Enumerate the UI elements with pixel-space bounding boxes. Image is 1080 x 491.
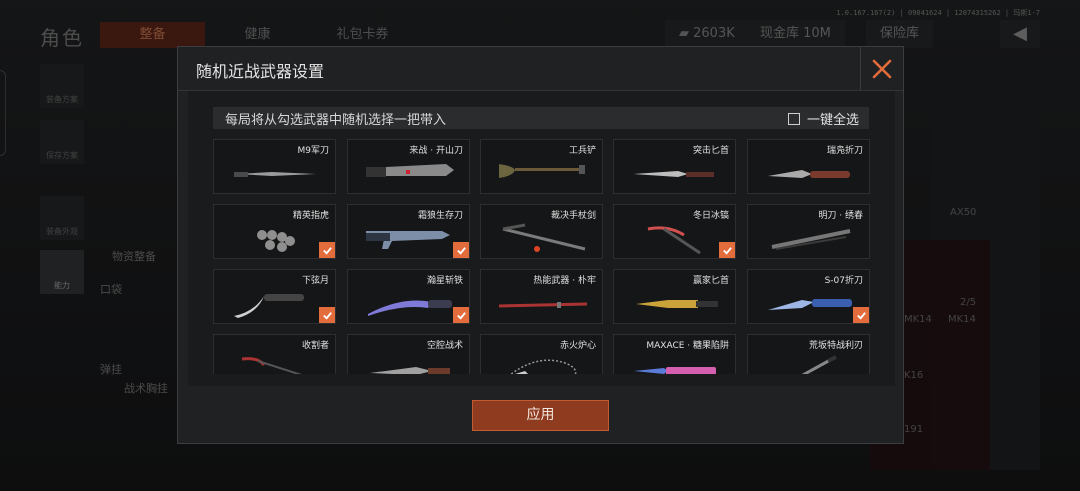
weapon-name: 工兵铲 — [568, 146, 596, 156]
checkmark-icon — [322, 311, 332, 320]
weapon-name: 明刀 · 绣春 — [818, 211, 863, 221]
weapon-name: 荒坂特战利刃 — [808, 341, 863, 351]
weapon-card[interactable]: 精英指虎 — [213, 204, 336, 259]
weapon-card[interactable]: 下弦月 — [213, 269, 336, 324]
weapon-card[interactable]: 突击匕首 — [613, 139, 736, 194]
weapon-card[interactable]: 工兵铲 — [480, 139, 603, 194]
weapon-card[interactable]: M9军刀 — [213, 139, 336, 194]
chain-blade-icon — [510, 359, 577, 374]
dialog-body: 每局将从勾选武器中随机选择一把带入 一键全选 M9军刀 来战 · 开山刀 工兵铲 突击… — [188, 91, 895, 386]
weapon-card[interactable]: 来战 · 开山刀 — [347, 139, 470, 194]
weapon-name: 赢家匕首 — [692, 276, 729, 286]
weapon-card[interactable]: 收割者 — [213, 334, 336, 374]
weapon-name: 热能武器 · 朴牢 — [533, 276, 596, 286]
gold-dagger-icon — [636, 300, 718, 308]
cane-sword-icon — [502, 223, 586, 252]
weapon-name: 下弦月 — [301, 276, 329, 286]
checkbox-checked[interactable] — [853, 307, 869, 323]
weapon-name: 来战 · 开山刀 — [409, 146, 463, 156]
bayonet-knife-icon — [234, 172, 316, 177]
ice-axe-icon — [647, 226, 701, 255]
weapon-name: 精英指虎 — [292, 211, 329, 221]
weapon-card[interactable]: 热能武器 · 朴牢 — [480, 269, 603, 324]
checkbox-checked[interactable] — [719, 242, 735, 258]
tactical-knife-icon — [370, 367, 450, 374]
dialog-title: 随机近战武器设置 — [196, 62, 325, 81]
karambit-icon — [234, 294, 304, 318]
weapon-grid: M9军刀 来战 · 开山刀 工兵铲 突击匕首 瑞凫折刀精英指虎 霜狼生存刀 裁决手杖剑 冬日冰… — [213, 139, 873, 374]
weapon-card[interactable]: 赢家匕首 — [613, 269, 736, 324]
close-icon — [872, 59, 892, 78]
checkmark-icon — [456, 311, 466, 320]
select-all-checkbox[interactable] — [787, 112, 800, 125]
weapon-name: 赤火炉心 — [559, 341, 596, 351]
weapon-name: 突击匕首 — [692, 146, 729, 156]
checkbox-checked[interactable] — [319, 307, 335, 323]
weapon-name: 瀚星斩铁 — [426, 276, 463, 286]
weapon-card[interactable]: MAXACE · 糖果陷阱 — [613, 334, 736, 374]
shovel-icon — [499, 164, 585, 178]
weapon-card[interactable]: 明刀 · 绣春 — [747, 204, 870, 259]
weapon-card[interactable]: 荒坂特战利刃 — [747, 334, 870, 374]
weapon-name: 收割者 — [301, 341, 329, 351]
weapon-card[interactable]: 裁决手杖剑 — [480, 204, 603, 259]
knuckles-icon — [257, 230, 295, 252]
dagger-icon — [634, 171, 714, 177]
hint-bar: 每局将从勾选武器中随机选择一把带入 一键全选 — [213, 107, 869, 129]
katana-icon — [498, 302, 588, 308]
kukri-icon — [368, 300, 452, 316]
checkbox-checked[interactable] — [319, 242, 335, 258]
select-all-toggle[interactable]: 一键全选 — [787, 109, 859, 128]
weapon-card[interactable]: 霜狼生存刀 — [347, 204, 470, 259]
weapon-name: MAXACE · 糖果陷阱 — [646, 341, 729, 351]
checkbox-checked[interactable] — [453, 307, 469, 323]
random-melee-dialog: 随机近战武器设置 每局将从勾选武器中随机选择一把带入 一键全选 M9军刀 来战 ·… — [177, 46, 904, 444]
checkmark-icon — [456, 246, 466, 255]
dialog-header: 随机近战武器设置 — [178, 47, 903, 91]
folding-knife-icon — [768, 170, 850, 178]
weapon-name: 裁决手杖剑 — [550, 211, 596, 221]
weapon-name: 瑞凫折刀 — [826, 146, 863, 156]
weapon-name: M9军刀 — [297, 146, 330, 156]
weapon-name: 空腔战术 — [426, 341, 463, 351]
checkmark-icon — [322, 246, 332, 255]
checkmark-icon — [856, 311, 866, 320]
apply-button[interactable]: 应用 — [472, 400, 609, 431]
scythe-icon — [241, 357, 302, 374]
sheathed-blade-icon — [771, 229, 851, 250]
weapon-card[interactable]: 空腔战术 — [347, 334, 470, 374]
checkmark-icon — [722, 246, 732, 255]
weapon-card[interactable]: 瀚星斩铁 — [347, 269, 470, 324]
weapon-name: S-07折刀 — [824, 276, 863, 286]
weapon-card[interactable]: S-07折刀 — [747, 269, 870, 324]
close-button[interactable] — [860, 47, 903, 90]
hint-text: 每局将从勾选武器中随机选择一把带入 — [225, 113, 447, 128]
weapon-card[interactable]: 冬日冰镐 — [613, 204, 736, 259]
weapon-card[interactable]: 赤火炉心 — [480, 334, 603, 374]
select-all-label: 一键全选 — [806, 113, 859, 128]
candy-knife-icon — [634, 367, 716, 374]
checkbox-checked[interactable] — [453, 242, 469, 258]
spec-ops-blade-icon — [801, 355, 837, 374]
survival-knife-icon — [366, 231, 450, 249]
blue-folding-knife-icon — [768, 299, 852, 310]
weapon-name: 冬日冰镐 — [692, 211, 729, 221]
machete-icon — [366, 164, 454, 177]
weapon-name: 霜狼生存刀 — [417, 211, 463, 221]
weapon-card[interactable]: 瑞凫折刀 — [747, 139, 870, 194]
